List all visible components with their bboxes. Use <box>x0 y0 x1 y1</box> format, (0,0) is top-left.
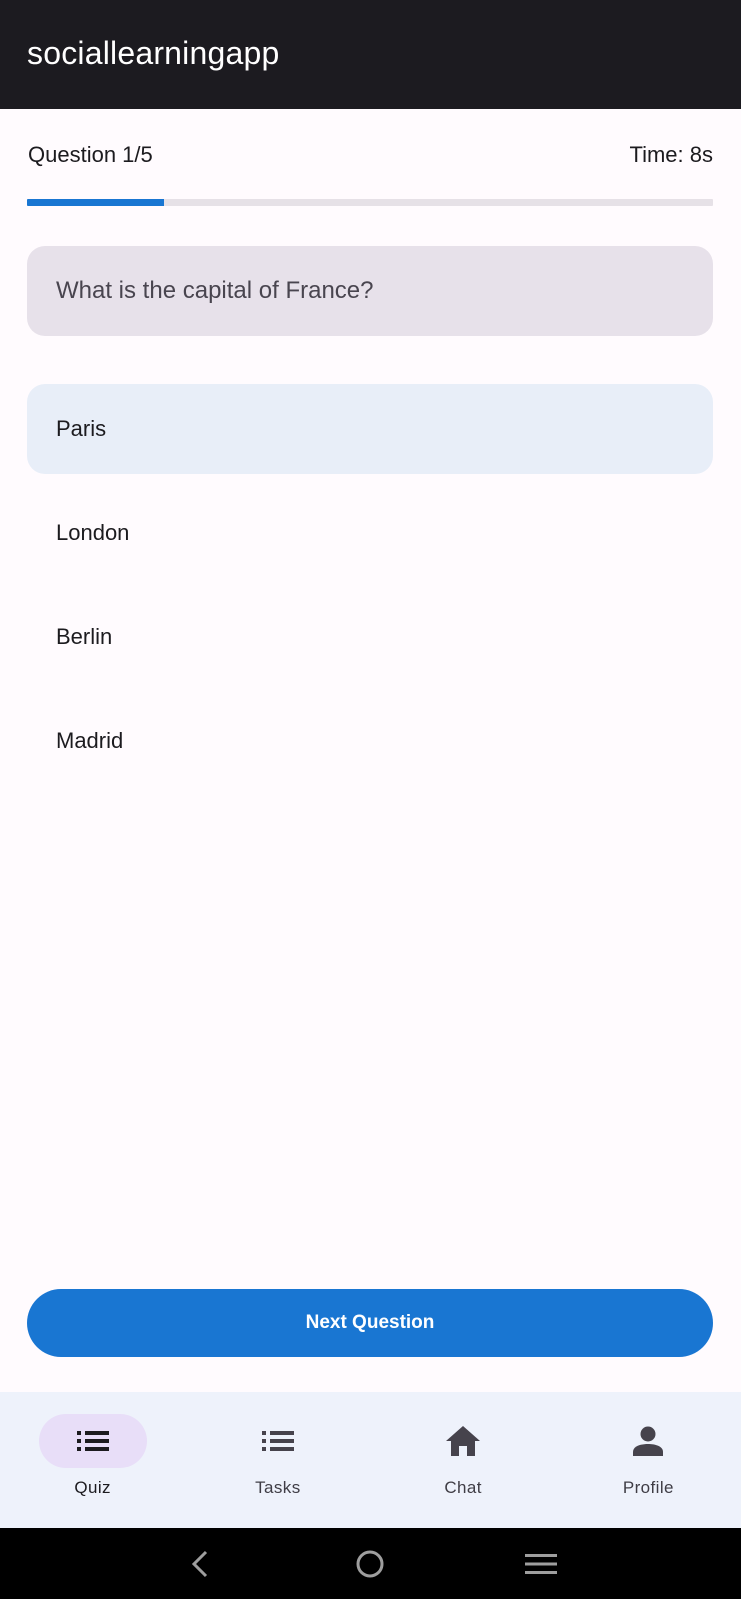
progress-bar <box>27 199 713 206</box>
app-title: sociallearningapp <box>27 35 280 71</box>
nav-pill <box>594 1414 702 1468</box>
list-icon <box>76 1431 109 1451</box>
question-text: What is the capital of France? <box>56 277 374 304</box>
list-icon <box>261 1431 294 1451</box>
nav-item-quiz[interactable]: Quiz <box>0 1392 185 1528</box>
back-icon <box>192 1550 208 1577</box>
question-card: What is the capital of France? <box>27 246 713 336</box>
timer: Time: 8s <box>629 142 713 167</box>
question-counter: Question 1/5 <box>28 142 153 167</box>
nav-item-chat[interactable]: Chat <box>371 1392 556 1528</box>
nav-label-profile: Profile <box>622 1478 674 1497</box>
answer-options: Paris London Berlin Madrid <box>27 384 713 800</box>
answer-option-label: Paris <box>56 416 107 441</box>
nav-label-tasks: Tasks <box>255 1478 301 1497</box>
nav-item-profile[interactable]: Profile <box>556 1392 741 1528</box>
answer-option-london[interactable]: London <box>27 488 713 578</box>
bottom-navigation: Quiz Tasks Chat Profile <box>0 1392 741 1528</box>
app-bar: sociallearningapp <box>0 0 741 109</box>
back-button[interactable] <box>180 1544 220 1584</box>
recents-icon <box>524 1553 557 1574</box>
nav-active-indicator <box>38 1414 147 1468</box>
answer-option-madrid[interactable]: Madrid <box>27 696 713 786</box>
nav-label-quiz: Quiz <box>74 1478 111 1497</box>
home-icon <box>446 1426 481 1456</box>
quiz-header: Question 1/5 Time: 8s <box>28 138 713 172</box>
nav-pill <box>224 1414 332 1468</box>
answer-option-label: Berlin <box>56 624 113 649</box>
progress-fill <box>27 199 165 206</box>
answer-option-label: Madrid <box>56 728 124 753</box>
nav-pill <box>409 1414 517 1468</box>
home-button[interactable] <box>350 1544 390 1584</box>
system-navigation-bar <box>0 1528 741 1599</box>
answer-option-label: London <box>56 520 130 545</box>
answer-option-berlin[interactable]: Berlin <box>27 592 713 682</box>
person-icon <box>633 1426 664 1456</box>
nav-label-chat: Chat <box>444 1478 482 1497</box>
nav-item-tasks[interactable]: Tasks <box>185 1392 370 1528</box>
recents-button[interactable] <box>521 1544 561 1584</box>
next-question-button[interactable]: Next Question <box>27 1289 713 1357</box>
answer-option-paris[interactable]: Paris <box>27 384 713 474</box>
home-circle-icon <box>356 1550 384 1577</box>
